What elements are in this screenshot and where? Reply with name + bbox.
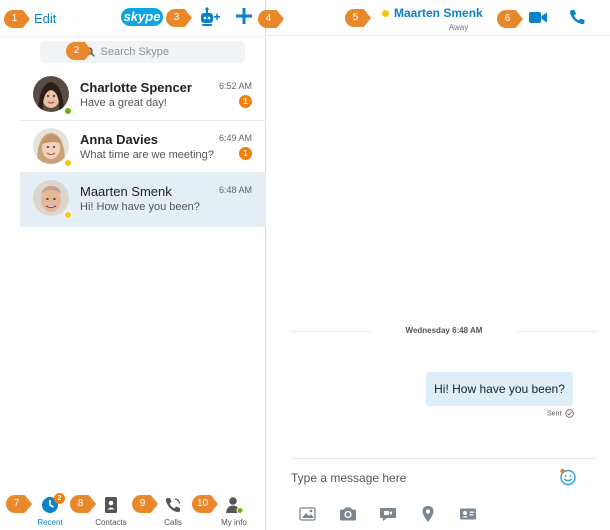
calls-phone-icon [165, 498, 181, 513]
edit-button[interactable]: Edit [34, 11, 56, 26]
left-pane: Edit skype Search Skype Charlotte Spence… [0, 0, 266, 530]
bot-add-icon[interactable] [198, 7, 220, 27]
skype-logo: skype [121, 8, 163, 26]
contacts-book-icon [105, 497, 117, 513]
message-time: 6:52 AM [218, 81, 252, 91]
sent-label: Sent [547, 410, 562, 418]
message-input[interactable] [291, 467, 561, 489]
new-conversation-icon[interactable] [234, 6, 254, 26]
presence-away-indicator [64, 159, 72, 167]
last-message: What time are we meeting? [80, 149, 214, 161]
my-info-person-icon [226, 497, 243, 514]
nav-label: My info [221, 518, 247, 527]
avatar [33, 76, 69, 112]
nav-my-info[interactable]: My info [204, 492, 264, 530]
left-header: Edit skype [0, 0, 266, 36]
chat-pane: Maarten Smenk Away Wednesday 6:48 AM Hi!… [267, 0, 610, 530]
nav-label: Calls [164, 518, 182, 527]
nav-label: Recent [37, 518, 63, 527]
chat-header: Maarten Smenk Away [267, 0, 610, 36]
conversation-item[interactable]: Anna Davies What time are we meeting? 6:… [20, 121, 266, 173]
avatar [33, 180, 69, 216]
avatar [33, 128, 69, 164]
unread-badge: 1 [239, 147, 252, 160]
chat-contact-name[interactable]: Maarten Smenk [394, 6, 483, 20]
video-call-icon[interactable] [529, 11, 547, 24]
date-separator: Wednesday 6:48 AM [291, 326, 597, 335]
header-divider [0, 36, 266, 37]
audio-call-icon[interactable] [569, 9, 585, 25]
camera-icon[interactable] [339, 505, 357, 523]
away-status-icon [382, 10, 389, 17]
recent-badge: 2 [54, 493, 65, 504]
location-pin-icon[interactable] [419, 505, 437, 523]
emoticon-icon[interactable] [559, 468, 577, 486]
send-contact-icon[interactable] [459, 505, 477, 523]
message-time: 6:49 AM [218, 133, 252, 143]
sent-message-bubble[interactable]: Hi! How have you been? [426, 372, 573, 406]
compose-toolbar [291, 505, 491, 523]
contact-name: Charlotte Spencer [80, 80, 192, 95]
conversation-list: Charlotte Spencer Have a great day! 6:52… [20, 69, 266, 227]
search-input[interactable] [100, 46, 201, 58]
contact-name: Maarten Smenk [80, 184, 172, 199]
conversation-item-selected[interactable]: Maarten Smenk Hi! How have you been? 6:4… [20, 173, 266, 227]
message-time: 6:48 AM [218, 185, 252, 195]
chat-contact-status: Away [448, 23, 469, 32]
last-message: Have a great day! [80, 97, 167, 109]
presence-online-indicator [64, 107, 72, 115]
presence-away-indicator [64, 211, 72, 219]
unread-badge: 1 [239, 95, 252, 108]
last-message: Hi! How have you been? [80, 201, 200, 213]
video-message-icon[interactable] [379, 505, 397, 523]
sent-check-icon [565, 409, 575, 418]
conversation-item[interactable]: Charlotte Spencer Have a great day! 6:52… [20, 69, 266, 121]
compose-divider [291, 458, 597, 459]
svg-text:skype: skype [124, 9, 161, 24]
sent-status: Sent [547, 409, 575, 418]
contact-name: Anna Davies [80, 132, 159, 147]
send-file-icon[interactable] [299, 505, 317, 523]
nav-label: Contacts [95, 518, 127, 527]
